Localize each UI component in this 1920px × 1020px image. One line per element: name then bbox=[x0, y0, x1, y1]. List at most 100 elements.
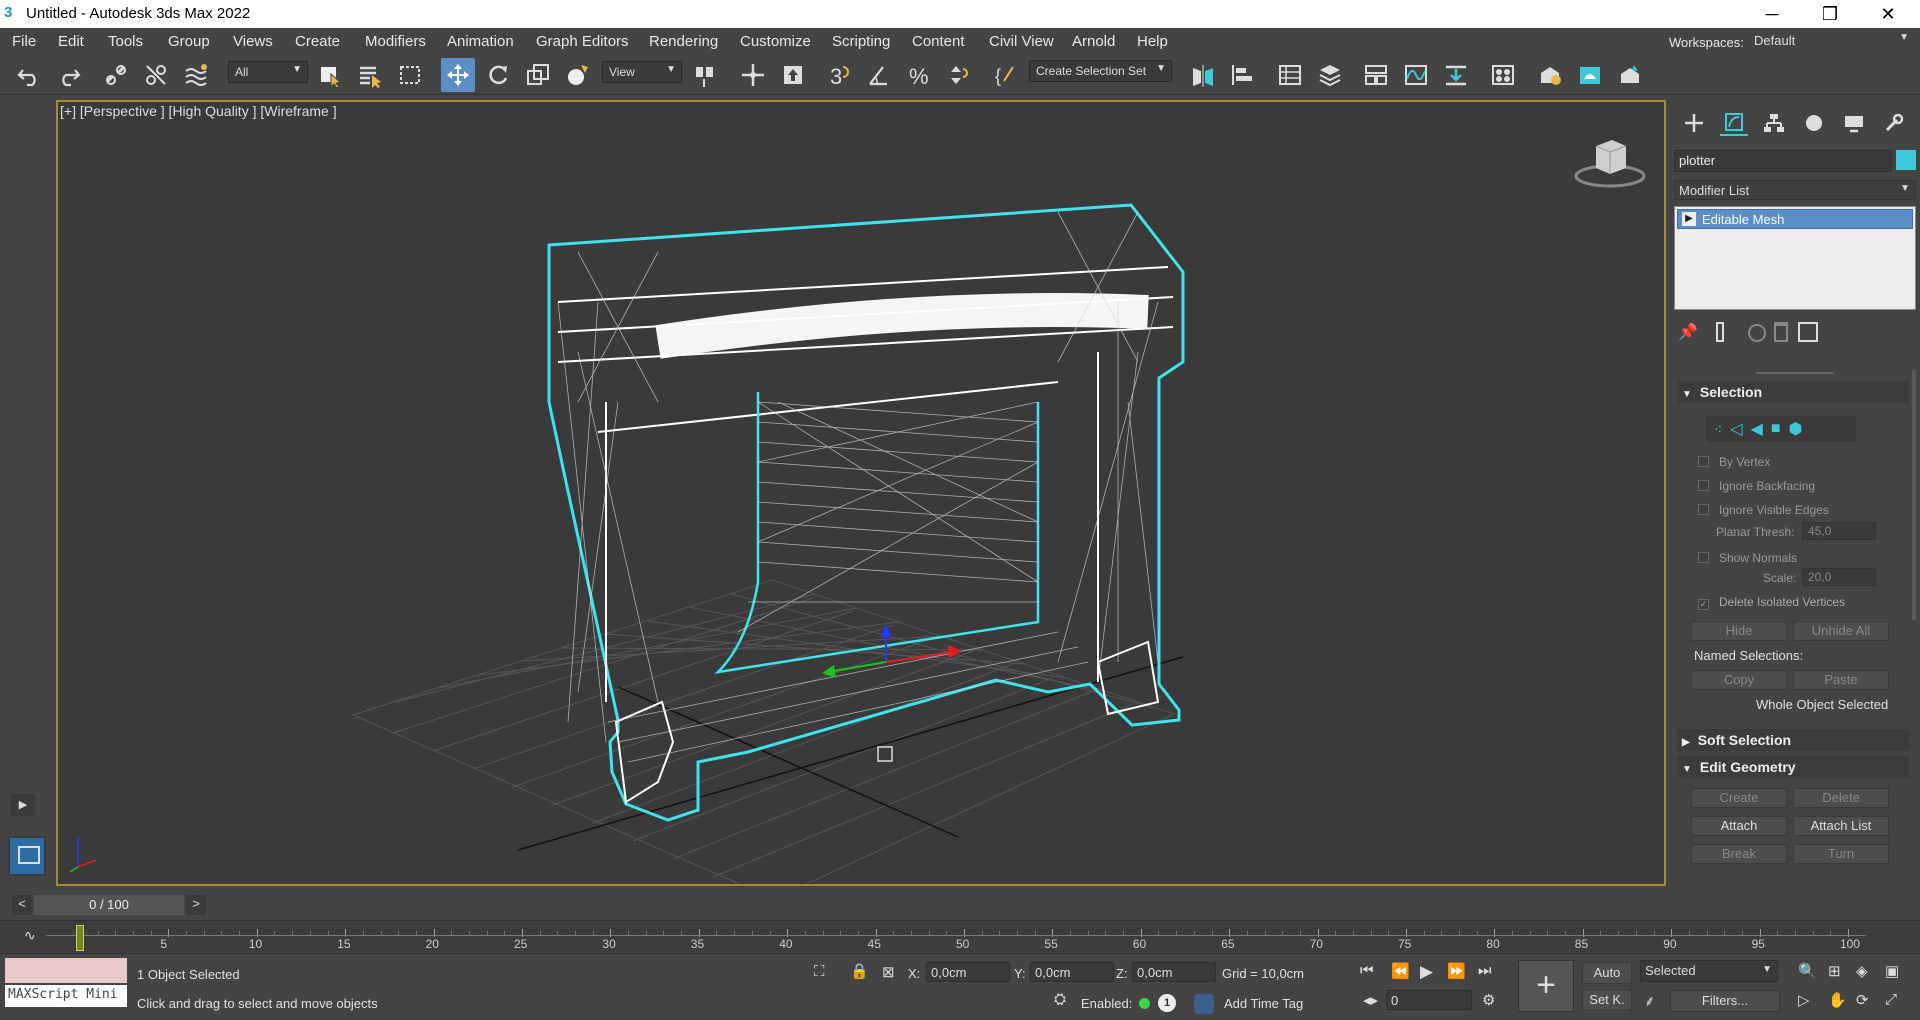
rendered-frame-window-icon[interactable] bbox=[1573, 58, 1607, 92]
restore-button[interactable]: ❐ bbox=[1801, 0, 1859, 28]
prev-frame-button[interactable]: < bbox=[12, 895, 32, 915]
object-color-swatch[interactable] bbox=[1896, 150, 1916, 170]
keyboard-shortcut-override-icon[interactable] bbox=[776, 58, 810, 92]
paste-button[interactable]: Paste bbox=[1793, 670, 1889, 690]
key-filter-dropdown[interactable]: Selected ▼ bbox=[1640, 960, 1778, 982]
display-tab-icon[interactable] bbox=[1840, 110, 1868, 136]
viewport-label[interactable]: [+] [Perspective ] [High Quality ] [Wire… bbox=[60, 103, 337, 119]
rollout-soft-selection[interactable]: ▶ Soft Selection bbox=[1678, 729, 1910, 751]
expand-panel-icon[interactable]: ▶ bbox=[11, 794, 35, 816]
close-button[interactable]: ✕ bbox=[1859, 0, 1917, 28]
viewport-layout-icon[interactable] bbox=[8, 836, 46, 876]
menu-customize[interactable]: Customize bbox=[740, 33, 811, 50]
set-key-icon[interactable]: + bbox=[1518, 960, 1574, 1012]
delete-button[interactable]: Delete bbox=[1793, 788, 1889, 808]
play-icon[interactable]: ▶ bbox=[1420, 962, 1433, 982]
planar-thresh-spinner[interactable]: 45,0 bbox=[1802, 522, 1876, 540]
menu-group[interactable]: Group bbox=[168, 33, 210, 50]
rectangular-selection-icon[interactable] bbox=[393, 58, 427, 92]
unlink-icon[interactable] bbox=[139, 58, 173, 92]
rollout-selection[interactable]: ▼ Selection bbox=[1678, 381, 1910, 403]
scene-explorer-icon[interactable] bbox=[1273, 58, 1307, 92]
time-slider-handle[interactable]: 0 / 100 bbox=[34, 895, 184, 915]
align-icon[interactable] bbox=[1226, 58, 1260, 92]
select-manipulate-icon[interactable] bbox=[736, 58, 770, 92]
select-and-scale-icon[interactable] bbox=[521, 58, 555, 92]
create-tab-icon[interactable] bbox=[1680, 110, 1708, 136]
maxscript-listener-top[interactable] bbox=[5, 958, 127, 983]
render-production-icon[interactable] bbox=[1613, 58, 1647, 92]
add-time-tag[interactable]: Add Time Tag bbox=[1224, 996, 1303, 1011]
previous-frame-icon[interactable]: ⏪ bbox=[1391, 962, 1410, 980]
percent-snap-icon[interactable]: % bbox=[902, 58, 936, 92]
time-configuration-icon[interactable]: ⚙ bbox=[1482, 991, 1495, 1009]
bind-spacewarp-icon[interactable] bbox=[179, 58, 213, 92]
menu-edit[interactable]: Edit bbox=[58, 33, 84, 50]
menu-help[interactable]: Help bbox=[1137, 33, 1168, 50]
attach-button[interactable]: Attach bbox=[1691, 816, 1787, 836]
select-object-icon[interactable] bbox=[313, 58, 347, 92]
remove-modifier-icon[interactable] bbox=[1774, 322, 1788, 342]
auto-key-button[interactable]: Auto bbox=[1582, 962, 1632, 984]
edge-level-icon[interactable]: ◁ bbox=[1730, 419, 1742, 439]
zoom-all-icon[interactable]: ⊞ bbox=[1828, 962, 1841, 980]
delete-isolated-checkbox[interactable]: ✓ Delete Isolated Vertices bbox=[1698, 595, 1845, 610]
menu-views[interactable]: Views bbox=[233, 33, 273, 50]
x-coordinate-field[interactable]: 0,0cm bbox=[926, 962, 1010, 982]
by-vertex-checkbox[interactable]: By Vertex bbox=[1698, 455, 1770, 469]
hierarchy-tab-icon[interactable] bbox=[1760, 110, 1788, 136]
select-and-rotate-icon[interactable] bbox=[481, 58, 515, 92]
maxscript-mini-listener[interactable]: MAXScript Mini bbox=[5, 985, 127, 1007]
vertex-level-icon[interactable]: ⁖ bbox=[1714, 421, 1722, 438]
schematic-view-icon[interactable] bbox=[1439, 58, 1473, 92]
minimize-button[interactable]: ─ bbox=[1743, 0, 1801, 28]
ignore-backfacing-checkbox[interactable]: Ignore Backfacing bbox=[1698, 479, 1815, 493]
turn-button[interactable]: Turn bbox=[1793, 844, 1889, 864]
edit-named-selection-icon[interactable]: { bbox=[988, 58, 1022, 92]
copy-button[interactable]: Copy bbox=[1691, 670, 1787, 690]
curve-editor-icon[interactable] bbox=[1399, 58, 1433, 92]
set-key-button[interactable]: Set K. bbox=[1582, 989, 1632, 1011]
undo-icon[interactable] bbox=[12, 58, 46, 92]
scale-spinner[interactable]: 20,0 bbox=[1802, 568, 1876, 586]
pin-stack-icon[interactable]: 📌 bbox=[1678, 322, 1698, 342]
next-frame-icon[interactable]: ⏩ bbox=[1447, 962, 1466, 980]
absolute-mode-icon[interactable]: ⊠ bbox=[882, 963, 895, 981]
break-button[interactable]: Break bbox=[1691, 844, 1787, 864]
selection-filter-dropdown[interactable]: All ▼ bbox=[228, 61, 308, 83]
toggle-ribbon-icon[interactable] bbox=[1359, 58, 1393, 92]
goto-end-icon[interactable]: ⏭ bbox=[1478, 962, 1492, 979]
key-mode-toggle-icon[interactable]: ◂▸ bbox=[1363, 991, 1378, 1009]
render-setup-icon[interactable] bbox=[1533, 58, 1567, 92]
reference-coordinate-dropdown[interactable]: View ▼ bbox=[602, 61, 682, 83]
track-bar[interactable]: ∿ 5 10 15 20 25 30 35 40 45 50 55 60 65 70 75 80 85 90 95 1… bbox=[0, 920, 1920, 953]
spinner-snap-icon[interactable] bbox=[942, 58, 976, 92]
configure-modifier-sets-icon[interactable] bbox=[1798, 322, 1818, 342]
attach-list-button[interactable]: Attach List bbox=[1793, 816, 1889, 836]
selection-lock-icon[interactable]: 🔒 bbox=[850, 962, 869, 980]
zoom-extents-icon[interactable]: ◈ bbox=[1856, 962, 1868, 980]
unhide-all-button[interactable]: Unhide All bbox=[1793, 621, 1889, 641]
viewcube-icon[interactable] bbox=[1572, 132, 1648, 192]
next-frame-button[interactable]: > bbox=[186, 895, 206, 915]
menu-scripting[interactable]: Scripting bbox=[832, 33, 890, 50]
layer-explorer-icon[interactable] bbox=[1313, 58, 1347, 92]
field-of-view-icon[interactable]: ▷ bbox=[1798, 991, 1810, 1009]
menu-arnold[interactable]: Arnold bbox=[1072, 33, 1115, 50]
menu-civil-view[interactable]: Civil View bbox=[989, 33, 1054, 50]
key-tangent-icon[interactable]: ⸙ bbox=[1644, 991, 1655, 1011]
modifier-list-dropdown[interactable]: Modifier List ▼ bbox=[1674, 180, 1916, 200]
goto-start-icon[interactable]: ⏮ bbox=[1360, 962, 1374, 979]
menu-content[interactable]: Content bbox=[912, 33, 965, 50]
adaptive-degradation-icon[interactable]: ⛭ bbox=[1054, 991, 1066, 1008]
object-name-field[interactable]: plotter bbox=[1674, 150, 1892, 172]
menu-rendering[interactable]: Rendering bbox=[649, 33, 718, 50]
y-coordinate-field[interactable]: 0,0cm bbox=[1030, 962, 1114, 982]
show-end-result-icon[interactable] bbox=[1716, 322, 1724, 342]
named-selection-set-dropdown[interactable]: Create Selection Set ▼ bbox=[1029, 60, 1172, 82]
current-frame-field[interactable]: 0 bbox=[1386, 990, 1472, 1010]
link-icon[interactable] bbox=[99, 58, 133, 92]
create-button[interactable]: Create bbox=[1691, 788, 1787, 808]
select-by-name-icon[interactable] bbox=[353, 58, 387, 92]
angle-snap-icon[interactable] bbox=[862, 58, 896, 92]
